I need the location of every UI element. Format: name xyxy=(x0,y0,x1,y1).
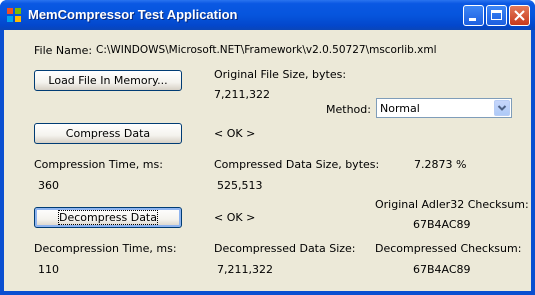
compress-data-button[interactable]: Compress Data xyxy=(34,123,182,144)
load-file-button-label: Load File In Memory... xyxy=(48,74,168,87)
chevron-down-icon[interactable] xyxy=(494,100,510,116)
method-select[interactable]: Normal xyxy=(376,98,512,118)
maximize-button[interactable] xyxy=(486,5,507,26)
compressed-size-label: Compressed Data Size, bytes: xyxy=(214,158,380,171)
window-title: MemCompressor Test Application xyxy=(28,7,238,22)
decompress-data-button[interactable]: Decompress Data xyxy=(34,207,182,228)
compress-status: < OK > xyxy=(214,127,256,140)
decompression-time-value: 110 xyxy=(38,263,59,276)
compressed-size-value: 525,513 xyxy=(217,179,263,192)
decompressed-checksum-label: Decompressed Checksum: xyxy=(375,242,522,255)
client-area: File Name: C:\WINDOWS\Microsoft.NET\Fram… xyxy=(4,30,531,291)
app-window: MemCompressor Test Application File Name… xyxy=(0,0,535,295)
adler-checksum-label: Original Adler32 Checksum: xyxy=(375,198,529,211)
compression-time-value: 360 xyxy=(38,179,59,192)
adler-checksum-value: 67B4AC89 xyxy=(413,218,471,231)
close-button[interactable] xyxy=(509,5,530,26)
original-size-value: 7,211,322 xyxy=(214,88,270,101)
close-icon xyxy=(514,10,525,21)
method-label: Method: xyxy=(326,103,371,116)
load-file-button[interactable]: Load File In Memory... xyxy=(34,70,182,91)
compress-data-button-label: Compress Data xyxy=(65,127,151,140)
compression-time-label: Compression Time, ms: xyxy=(34,158,163,171)
title-bar[interactable]: MemCompressor Test Application xyxy=(0,0,535,30)
app-icon xyxy=(6,7,22,23)
method-selected-value: Normal xyxy=(380,102,420,115)
file-name-label: File Name: xyxy=(34,44,93,57)
decompress-data-button-label: Decompress Data xyxy=(58,210,158,225)
decompression-time-label: Decompression Time, ms: xyxy=(34,242,177,255)
compression-ratio: 7.2873 % xyxy=(414,158,467,171)
original-size-label: Original File Size, bytes: xyxy=(214,68,347,81)
file-path-value: C:\WINDOWS\Microsoft.NET\Framework\v2.0.… xyxy=(96,44,437,56)
minimize-button[interactable] xyxy=(463,5,484,26)
decompressed-size-label: Decompressed Data Size: xyxy=(214,242,356,255)
decompressed-checksum-value: 67B4AC89 xyxy=(413,263,471,276)
decompress-status: < OK > xyxy=(214,211,256,224)
decompressed-size-value: 7,211,322 xyxy=(217,263,273,276)
